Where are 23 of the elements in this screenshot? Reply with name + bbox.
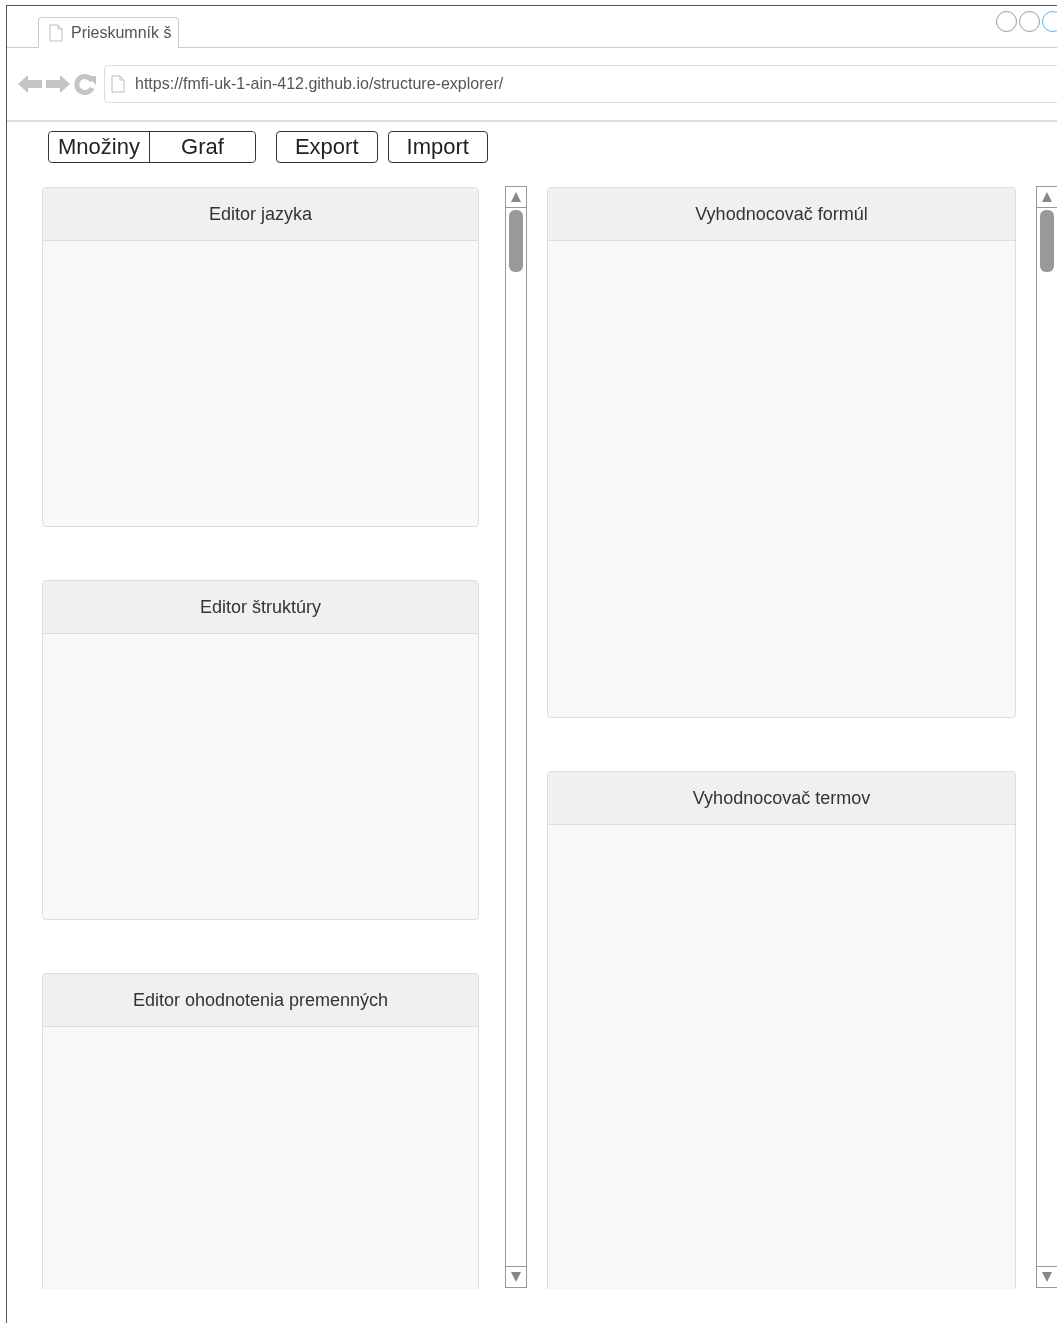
url-text: https://fmfi-uk-1-ain-412.github.io/structure-explorer/ xyxy=(135,75,504,93)
scroll-down-icon[interactable] xyxy=(1041,1271,1053,1283)
scroll-down-icon[interactable] xyxy=(510,1271,522,1283)
browser-tab[interactable]: Prieskumník š xyxy=(38,17,180,48)
forward-icon[interactable] xyxy=(46,74,70,94)
back-icon[interactable] xyxy=(18,74,42,94)
panel-title: Editor jazyka xyxy=(208,203,312,225)
page-icon xyxy=(49,24,63,42)
panel-title: Editor ohodnotenia premenných xyxy=(132,989,389,1011)
tab-title: Prieskumník š xyxy=(71,24,172,42)
scrollbar-thumb[interactable] xyxy=(509,210,523,272)
panel-title: Vyhodnocovač termov xyxy=(692,787,871,809)
scroll-up-icon[interactable] xyxy=(510,191,522,203)
panel-title: Editor štruktúry xyxy=(199,596,321,618)
action-button[interactable]: Export xyxy=(275,131,378,163)
scrollbar-thumb[interactable] xyxy=(1040,210,1054,272)
page-icon xyxy=(111,75,125,93)
view-button[interactable]: Graf xyxy=(148,132,255,162)
reload-icon[interactable] xyxy=(74,73,96,95)
address-bar[interactable]: https://fmfi-uk-1-ain-412.github.io/structure-explorer/ xyxy=(104,65,1057,103)
scroll-up-icon[interactable] xyxy=(1041,191,1053,203)
panel-title: Vyhodnocovač formúl xyxy=(695,203,868,225)
action-button[interactable]: Import xyxy=(387,131,488,163)
